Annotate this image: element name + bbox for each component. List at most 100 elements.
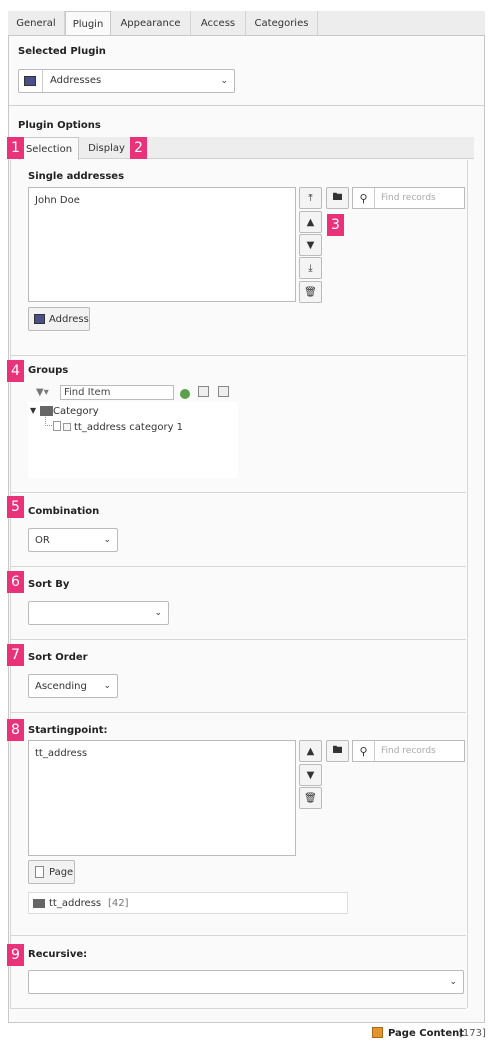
section-divider [10, 712, 466, 713]
move-to-bottom-button[interactable]: ⤓ [299, 257, 322, 279]
trash-icon: 🗑 [304, 792, 317, 804]
section-divider [10, 935, 466, 936]
annotation-badge: 5 [7, 496, 24, 518]
tab-categories[interactable]: Categories [246, 11, 318, 35]
find-records-field[interactable]: ⚲ Find records [352, 187, 465, 209]
browse-pages-button[interactable]: 🖿 [326, 740, 349, 762]
collapse-all-icon[interactable] [218, 386, 229, 397]
document-icon [53, 421, 61, 431]
folder-icon: 🖿 [332, 191, 343, 203]
combination-select[interactable]: OR ⌄ [28, 528, 118, 552]
subtab-label: Selection [25, 143, 73, 155]
sort-by-label: Sort By [28, 579, 70, 590]
find-records-field[interactable]: ⚲ Find records [352, 740, 465, 762]
sort-order-label: Sort Order [28, 652, 88, 663]
tab-label: Access [200, 17, 236, 29]
page-icon [35, 866, 44, 878]
filter-icon[interactable]: ▼▾ [36, 387, 56, 399]
tab-label: General [16, 17, 56, 29]
find-records-placeholder: Find records [381, 746, 436, 756]
top-tab-bar: General Plugin Appearance Access Categor… [8, 11, 485, 36]
footer-id: [173] [459, 1028, 486, 1039]
tab-label: Plugin [72, 18, 104, 30]
annotation-badge: 9 [7, 944, 24, 966]
subtab-selection[interactable]: Selection [19, 137, 79, 160]
refresh-icon[interactable] [180, 389, 190, 399]
addresses-plugin-icon [24, 76, 36, 86]
add-address-label: Address [49, 314, 89, 325]
chevron-down-icon: ⌄ [154, 608, 162, 618]
tab-label: Appearance [120, 17, 181, 29]
annotation-badge: 6 [7, 571, 24, 593]
content-bottom-border [10, 1008, 466, 1009]
find-item-field[interactable]: Find Item [60, 385, 174, 400]
content-element-icon [372, 1027, 383, 1038]
caret-down-icon[interactable]: ▼ [30, 407, 36, 415]
folder-icon [40, 406, 53, 416]
tab-plugin[interactable]: Plugin [65, 11, 111, 36]
plugin-select-value: Addresses [50, 75, 102, 86]
selected-record-item[interactable]: tt_address [42] [28, 892, 348, 914]
arrow-up-icon: ▲ [306, 745, 315, 757]
annotation-badge: 7 [7, 644, 24, 666]
section-divider [10, 566, 466, 567]
recursive-select[interactable]: ⌄ [28, 970, 464, 994]
subtab-display[interactable]: Display [79, 137, 135, 159]
combination-label: Combination [28, 506, 100, 517]
section-divider [9, 105, 484, 106]
arrow-down-icon: ▼ [306, 239, 315, 251]
tree-connector [45, 417, 52, 426]
arrow-up-icon: ▲ [306, 216, 315, 228]
sort-order-select[interactable]: Ascending ⌄ [28, 674, 118, 698]
chevron-down-icon: ⌄ [220, 76, 228, 86]
move-up-button[interactable]: ▲ [299, 211, 322, 233]
browse-records-button[interactable]: 🖿 [326, 187, 349, 209]
delete-button[interactable]: 🗑 [299, 281, 322, 303]
find-item-placeholder: Find Item [64, 387, 111, 398]
address-icon [34, 314, 45, 324]
plugin-select[interactable]: Addresses ⌄ [18, 69, 235, 93]
sort-by-select[interactable]: ⌄ [28, 601, 169, 625]
expand-all-icon[interactable] [198, 386, 209, 397]
tree-child-label[interactable]: tt_address category 1 [74, 423, 183, 433]
selected-record-title: tt_address [49, 898, 102, 909]
selected-record-id: [42] [108, 898, 129, 909]
section-divider [10, 355, 466, 356]
tab-appearance[interactable]: Appearance [111, 11, 191, 35]
search-icon: ⚲ [353, 741, 375, 761]
find-records-placeholder: Find records [381, 193, 436, 203]
move-down-button[interactable]: ▼ [299, 234, 322, 256]
add-address-button[interactable]: Address [28, 307, 90, 331]
combination-value: OR [35, 535, 50, 546]
single-addresses-list[interactable]: John Doe [28, 187, 296, 302]
tab-access[interactable]: Access [191, 11, 246, 35]
delete-button[interactable]: 🗑 [299, 787, 322, 809]
annotation-badge: 2 [130, 137, 147, 159]
tree-checkbox[interactable] [63, 423, 71, 431]
add-page-button[interactable]: Page [28, 860, 75, 884]
startingpoint-label: Startingpoint: [28, 725, 108, 736]
add-page-label: Page [49, 867, 74, 878]
section-divider [10, 639, 466, 640]
groups-label: Groups [28, 365, 69, 376]
chevron-down-icon: ⌄ [103, 681, 111, 691]
list-item[interactable]: tt_address [35, 749, 87, 759]
chevron-down-icon: ⌄ [449, 977, 457, 987]
tab-general[interactable]: General [8, 11, 65, 35]
search-icon: ⚲ [353, 188, 375, 208]
move-down-button[interactable]: ▼ [299, 764, 322, 786]
footer-label: Page Content [388, 1028, 465, 1039]
startingpoint-list[interactable]: tt_address [28, 740, 296, 856]
sort-order-value: Ascending [35, 681, 87, 692]
move-up-button[interactable]: ▲ [299, 740, 322, 762]
recursive-label: Recursive: [28, 949, 88, 960]
tree-root-label[interactable]: Category [53, 407, 99, 417]
selected-plugin-label: Selected Plugin [18, 46, 106, 57]
list-item[interactable]: John Doe [35, 196, 80, 206]
select-separator [42, 70, 43, 92]
move-to-top-button[interactable]: ⤒ [299, 187, 322, 209]
trash-icon: 🗑 [304, 286, 317, 298]
move-to-bottom-icon: ⤓ [308, 262, 313, 274]
folder-icon: 🖿 [332, 744, 343, 756]
plugin-options-label: Plugin Options [18, 120, 101, 131]
